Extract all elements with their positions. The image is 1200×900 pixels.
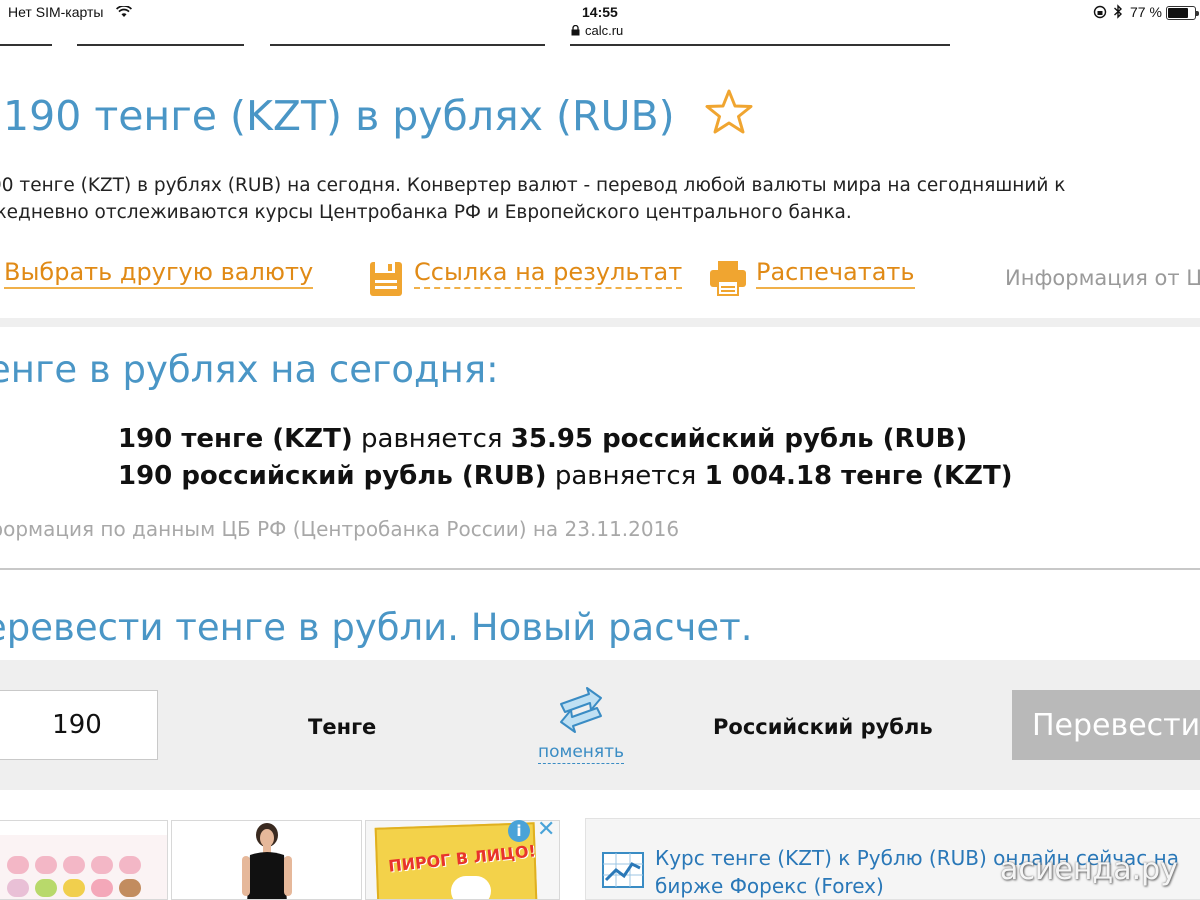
result-link[interactable]: Ссылка на результат bbox=[414, 258, 683, 289]
ad-strip: ПИРОГ В ЛИЦО! bbox=[0, 820, 560, 900]
ad-close-icon[interactable]: ✕ bbox=[537, 817, 555, 842]
result-line-kzt-to-rub: 190 тенге (KZT) равняется 35.95 российск… bbox=[118, 424, 968, 454]
page-description-line2: жедневно отслеживаются курсы Центробанка… bbox=[0, 202, 852, 223]
result-line-rub-to-kzt: 190 российский рубль (RUB) равняется 1 0… bbox=[118, 461, 1013, 491]
watermark: асиенда.ру bbox=[1000, 852, 1178, 887]
page-title: .190 тенге (KZT) в рублях (RUB) bbox=[0, 92, 675, 140]
info-source-link[interactable]: Информация от Ц bbox=[1005, 266, 1200, 290]
ad-tile-macarons[interactable] bbox=[0, 820, 168, 900]
section-divider bbox=[0, 568, 1200, 570]
carrier-label: Нет SIM-карты bbox=[8, 4, 104, 20]
from-currency-select[interactable]: Тенге bbox=[308, 715, 376, 739]
convert-button[interactable]: Перевести bbox=[1012, 690, 1200, 760]
ad-info-icon[interactable]: i bbox=[508, 820, 530, 842]
site-menu-strip bbox=[0, 44, 1200, 48]
converter-heading: еревести тенге в рубли. Новый расчет. bbox=[0, 606, 753, 649]
swap-currencies-link[interactable]: поменять bbox=[538, 741, 625, 764]
converter-panel: Тенге поменять Российский рубль Перевест… bbox=[0, 660, 1200, 790]
battery-icon bbox=[1166, 6, 1199, 20]
orientation-lock-icon bbox=[1093, 5, 1107, 19]
print-icon bbox=[710, 261, 746, 296]
amount-input[interactable] bbox=[0, 690, 158, 760]
print-link[interactable]: Распечатать bbox=[756, 258, 915, 289]
wifi-icon bbox=[116, 6, 132, 17]
star-icon[interactable] bbox=[704, 88, 754, 136]
source-note: формация по данным ЦБ РФ (Центробанка Ро… bbox=[0, 517, 680, 541]
battery-percent: 77 % bbox=[1130, 4, 1162, 20]
clock: 14:55 bbox=[582, 4, 618, 20]
forex-link-line2[interactable]: бирже Форекс (Forex) bbox=[655, 874, 884, 898]
lock-icon bbox=[571, 25, 580, 36]
result-heading: енге в рублях на сегодня: bbox=[0, 348, 499, 391]
ad-tile-dress[interactable] bbox=[171, 820, 362, 900]
chart-icon bbox=[602, 852, 644, 888]
section-divider bbox=[0, 318, 1200, 327]
ad-tile-game[interactable]: ПИРОГ В ЛИЦО! bbox=[365, 820, 560, 900]
page-description-line1: 90 тенге (KZT) в рублях (RUB) на сегодня… bbox=[0, 175, 1066, 196]
bluetooth-icon bbox=[1114, 4, 1123, 19]
save-icon bbox=[370, 262, 402, 296]
to-currency-select[interactable]: Российский рубль bbox=[713, 715, 933, 739]
url-label[interactable]: calc.ru bbox=[585, 23, 623, 38]
choose-currency-link[interactable]: Выбрать другую валюту bbox=[4, 258, 314, 289]
swap-arrows-icon[interactable] bbox=[555, 684, 607, 736]
status-bar: Нет SIM-карты 14:55 calc.ru 77 % bbox=[0, 0, 1200, 46]
